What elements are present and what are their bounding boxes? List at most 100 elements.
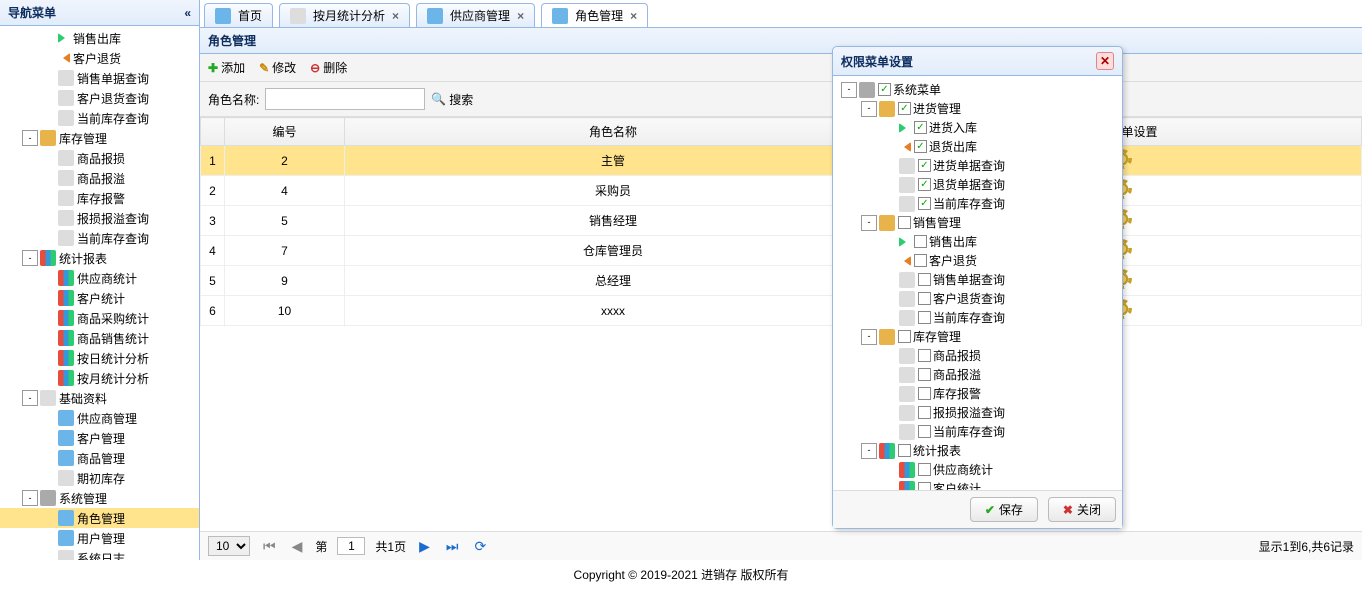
permission-tree-item[interactable]: 客户退货 bbox=[837, 251, 1118, 270]
delete-button[interactable]: ⊖删除 bbox=[310, 59, 347, 76]
tab[interactable]: 角色管理× bbox=[541, 3, 648, 27]
tab[interactable]: 按月统计分析× bbox=[279, 3, 410, 27]
checkbox[interactable] bbox=[918, 368, 931, 381]
tree-toggle-icon[interactable]: - bbox=[22, 130, 38, 146]
permission-tree-item[interactable]: 库存报警 bbox=[837, 384, 1118, 403]
permission-tree-item[interactable]: ✓退货单据查询 bbox=[837, 175, 1118, 194]
permission-tree-item[interactable]: 商品报溢 bbox=[837, 365, 1118, 384]
table-row[interactable]: 35销售经理 bbox=[201, 206, 1362, 236]
sidebar-item[interactable]: 商品报损 bbox=[0, 148, 199, 168]
checkbox[interactable]: ✓ bbox=[914, 121, 927, 134]
checkbox[interactable] bbox=[918, 273, 931, 286]
permission-tree-item[interactable]: 商品报损 bbox=[837, 346, 1118, 365]
checkbox[interactable]: ✓ bbox=[898, 102, 911, 115]
tab[interactable]: 供应商管理× bbox=[416, 3, 535, 27]
page-input[interactable] bbox=[337, 537, 365, 555]
sidebar-item[interactable]: 商品销售统计 bbox=[0, 328, 199, 348]
first-page-button[interactable]: ⏮ bbox=[260, 538, 279, 555]
checkbox[interactable]: ✓ bbox=[914, 140, 927, 153]
checkbox[interactable]: ✓ bbox=[918, 159, 931, 172]
checkbox[interactable] bbox=[918, 482, 931, 490]
permission-tree-item[interactable]: ✓进货单据查询 bbox=[837, 156, 1118, 175]
sidebar-item[interactable]: 当前库存查询 bbox=[0, 108, 199, 128]
permission-tree-item[interactable]: 销售单据查询 bbox=[837, 270, 1118, 289]
sidebar-item[interactable]: 供应商统计 bbox=[0, 268, 199, 288]
sidebar-item[interactable]: 销售单据查询 bbox=[0, 68, 199, 88]
sidebar-item[interactable]: 供应商管理 bbox=[0, 408, 199, 428]
checkbox[interactable] bbox=[898, 216, 911, 229]
table-row[interactable]: 610xxxx bbox=[201, 296, 1362, 326]
permission-tree-item[interactable]: ✓退货出库 bbox=[837, 137, 1118, 156]
sidebar-item[interactable]: 客户退货查询 bbox=[0, 88, 199, 108]
checkbox[interactable] bbox=[918, 387, 931, 400]
add-button[interactable]: ✚添加 bbox=[208, 59, 245, 76]
sidebar-item[interactable]: 客户统计 bbox=[0, 288, 199, 308]
permission-tree-item[interactable]: -销售管理 bbox=[837, 213, 1118, 232]
tree-toggle-icon[interactable]: - bbox=[22, 390, 38, 406]
sidebar-item[interactable]: 期初库存 bbox=[0, 468, 199, 488]
checkbox[interactable]: ✓ bbox=[918, 178, 931, 191]
next-page-button[interactable]: ▶ bbox=[416, 538, 433, 555]
sidebar-item[interactable]: -库存管理 bbox=[0, 128, 199, 148]
page-size-select[interactable]: 10 bbox=[208, 536, 250, 556]
sidebar-item[interactable]: 商品报溢 bbox=[0, 168, 199, 188]
search-button[interactable]: 🔍搜索 bbox=[431, 91, 473, 108]
permission-tree-item[interactable]: 报损报溢查询 bbox=[837, 403, 1118, 422]
sidebar-item[interactable]: 按日统计分析 bbox=[0, 348, 199, 368]
table-row[interactable]: 59总经理 bbox=[201, 266, 1362, 296]
save-button[interactable]: ✔保存 bbox=[970, 497, 1038, 522]
permission-tree-item[interactable]: -✓系统菜单 bbox=[837, 80, 1118, 99]
sidebar-item[interactable]: 客户管理 bbox=[0, 428, 199, 448]
checkbox[interactable] bbox=[918, 311, 931, 324]
checkbox[interactable] bbox=[914, 254, 927, 267]
sidebar-item[interactable]: 销售出库 bbox=[0, 28, 199, 48]
permission-tree-item[interactable]: 供应商统计 bbox=[837, 460, 1118, 479]
tree-toggle-icon[interactable]: - bbox=[861, 443, 877, 459]
checkbox[interactable] bbox=[914, 235, 927, 248]
sidebar-item[interactable]: 报损报溢查询 bbox=[0, 208, 199, 228]
edit-button[interactable]: ✎修改 bbox=[259, 59, 296, 76]
tab-close-icon[interactable]: × bbox=[517, 9, 524, 23]
tree-toggle-icon[interactable]: - bbox=[861, 101, 877, 117]
checkbox[interactable] bbox=[918, 406, 931, 419]
permission-tree-item[interactable]: -✓进货管理 bbox=[837, 99, 1118, 118]
refresh-button[interactable]: ⟳ bbox=[471, 538, 489, 555]
checkbox[interactable] bbox=[898, 330, 911, 343]
permission-tree-item[interactable]: 客户统计 bbox=[837, 479, 1118, 490]
close-button[interactable]: ✖关闭 bbox=[1048, 497, 1116, 522]
permission-tree-item[interactable]: -库存管理 bbox=[837, 327, 1118, 346]
permission-tree-item[interactable]: 当前库存查询 bbox=[837, 308, 1118, 327]
permission-tree-item[interactable]: 销售出库 bbox=[837, 232, 1118, 251]
permission-tree-item[interactable]: 当前库存查询 bbox=[837, 422, 1118, 441]
sidebar-item[interactable]: 当前库存查询 bbox=[0, 228, 199, 248]
permission-tree-item[interactable]: ✓进货入库 bbox=[837, 118, 1118, 137]
tab-close-icon[interactable]: × bbox=[392, 9, 399, 23]
checkbox[interactable]: ✓ bbox=[878, 83, 891, 96]
checkbox[interactable] bbox=[918, 349, 931, 362]
tab-close-icon[interactable]: × bbox=[630, 9, 637, 23]
permission-tree-item[interactable]: 客户退货查询 bbox=[837, 289, 1118, 308]
tree-toggle-icon[interactable]: - bbox=[22, 250, 38, 266]
sidebar-item[interactable]: 商品采购统计 bbox=[0, 308, 199, 328]
sidebar-item[interactable]: -统计报表 bbox=[0, 248, 199, 268]
permission-tree-item[interactable]: -统计报表 bbox=[837, 441, 1118, 460]
checkbox[interactable] bbox=[898, 444, 911, 457]
sidebar-item[interactable]: 库存报警 bbox=[0, 188, 199, 208]
sidebar-item[interactable]: 客户退货 bbox=[0, 48, 199, 68]
sidebar-item[interactable]: 角色管理 bbox=[0, 508, 199, 528]
sidebar-item[interactable]: 按月统计分析 bbox=[0, 368, 199, 388]
dialog-close-button[interactable]: ✕ bbox=[1096, 52, 1114, 70]
checkbox[interactable] bbox=[918, 292, 931, 305]
table-row[interactable]: 12主管 bbox=[201, 146, 1362, 176]
table-row[interactable]: 47仓库管理员 bbox=[201, 236, 1362, 266]
sidebar-item[interactable]: 商品管理 bbox=[0, 448, 199, 468]
search-input[interactable] bbox=[265, 88, 425, 110]
tree-toggle-icon[interactable]: - bbox=[861, 215, 877, 231]
sidebar-collapse-icon[interactable]: « bbox=[184, 6, 191, 20]
checkbox[interactable] bbox=[918, 425, 931, 438]
tab[interactable]: 首页 bbox=[204, 3, 273, 27]
prev-page-button[interactable]: ◀ bbox=[289, 538, 306, 555]
sidebar-item[interactable]: 系统日志 bbox=[0, 548, 199, 560]
checkbox[interactable] bbox=[918, 463, 931, 476]
tree-toggle-icon[interactable]: - bbox=[861, 329, 877, 345]
